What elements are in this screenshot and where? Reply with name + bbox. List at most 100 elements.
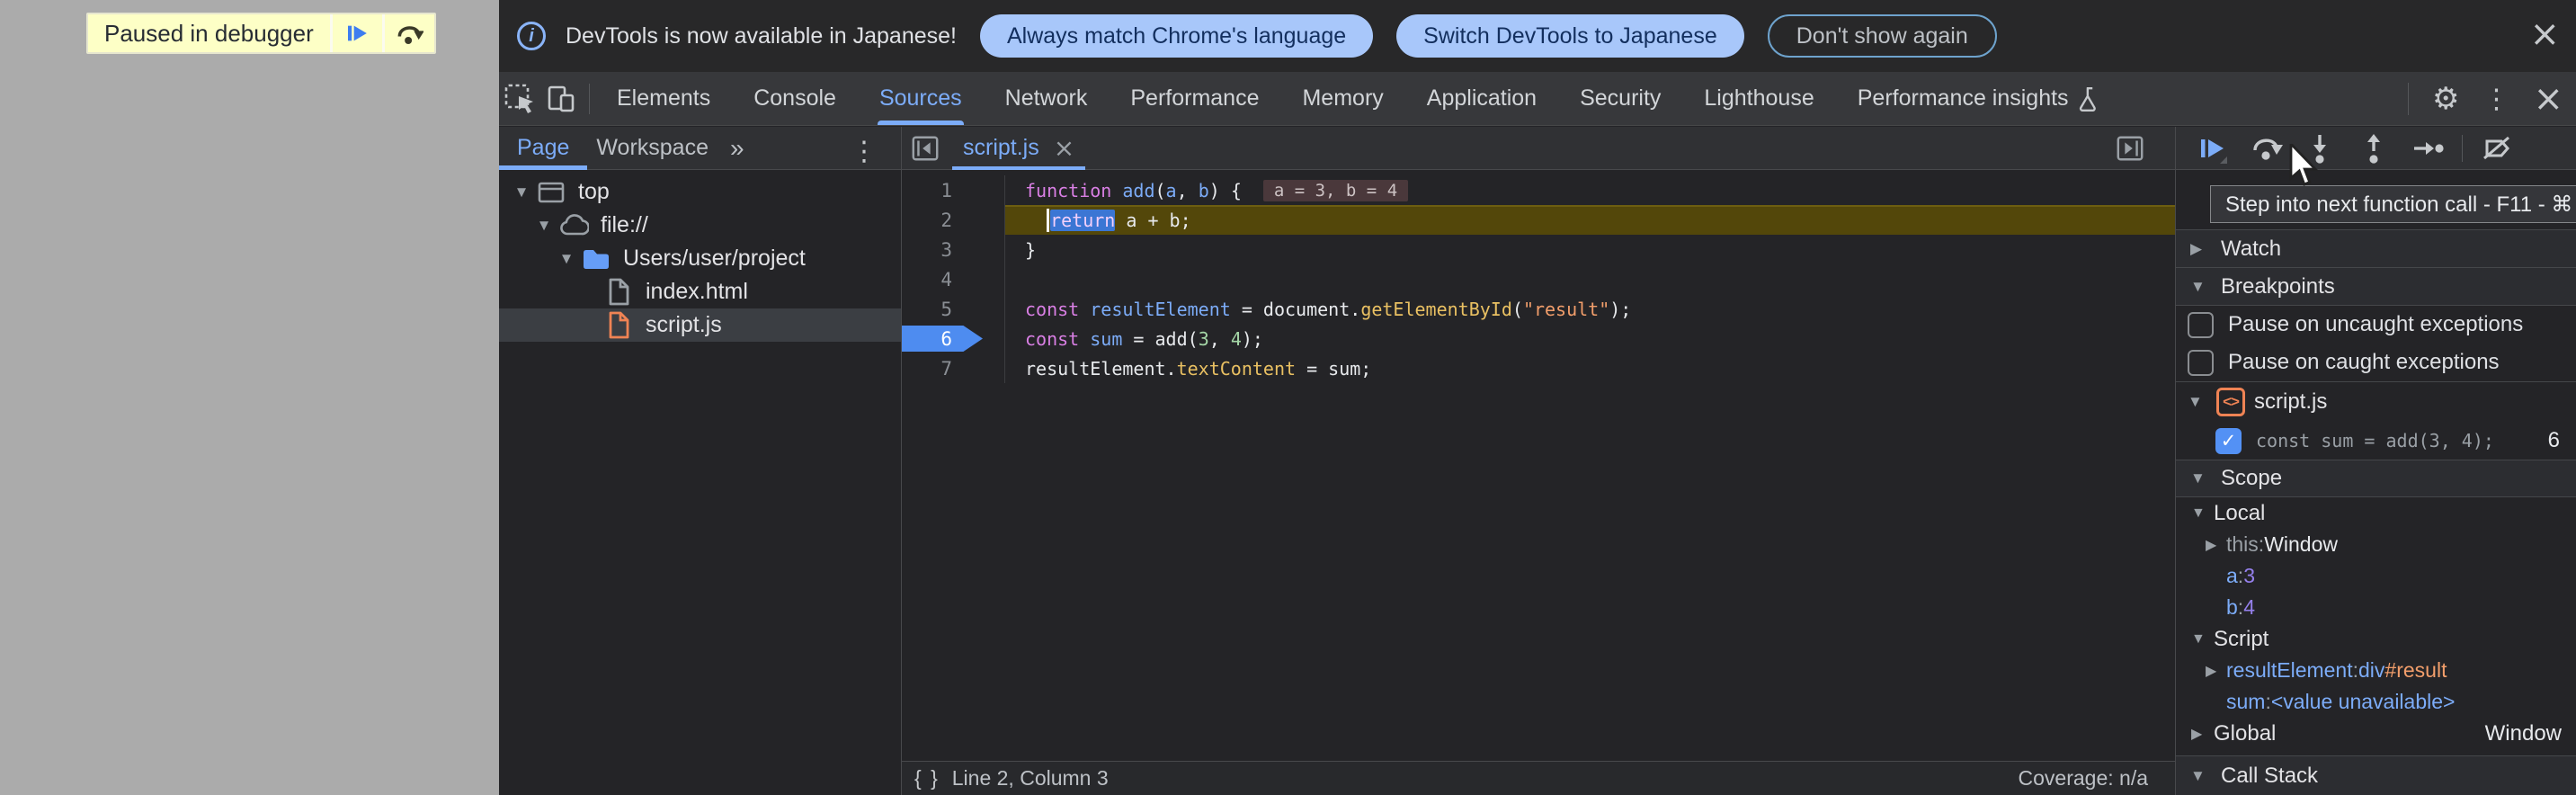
code-line-4[interactable]: 4 <box>902 264 2175 294</box>
section-watch[interactable]: ▶ Watch <box>2176 229 2576 267</box>
tree-item-users-user-project[interactable]: ▼Users/user/project <box>499 242 901 275</box>
tab-lighthouse[interactable]: Lighthouse <box>1697 72 1821 125</box>
tab-elements[interactable]: Elements <box>610 72 718 125</box>
chevron-right-icon[interactable]: ▶ <box>2206 536 2216 554</box>
tab-page[interactable]: Page <box>508 127 578 170</box>
gutter-line-6[interactable]: 6 <box>902 324 1005 353</box>
gutter-line-7[interactable]: 7 <box>902 353 1005 383</box>
step-button[interactable] <box>2404 129 2451 168</box>
collapse-debugger-sidebar-icon[interactable] <box>2107 128 2153 169</box>
close-devtools-icon[interactable]: × <box>2533 81 2563 117</box>
tree-item-label: top <box>578 179 610 205</box>
navigator-kebab-icon[interactable]: ⋮ <box>851 136 878 167</box>
device-toolbar-icon[interactable] <box>540 78 582 120</box>
mouse-cursor <box>2289 144 2325 192</box>
line-number[interactable]: 7 <box>940 358 1004 380</box>
code-line-7[interactable]: 7resultElement.textContent = sum; <box>902 353 2175 383</box>
scope-row-sum[interactable]: sum: <value unavailable> <box>2176 686 2576 718</box>
editor-pane: script.js × 1function add(a, b) {a = 3, … <box>902 127 2176 795</box>
dont-show-again-button[interactable]: Don't show again <box>1768 14 1997 58</box>
scope-row-resultelement[interactable]: ▶resultElement: div#result <box>2176 655 2576 686</box>
section-scope[interactable]: ▼ Scope <box>2176 460 2576 497</box>
gutter-line-1[interactable]: 1 <box>902 175 1005 205</box>
scope-row-global[interactable]: ▶GlobalWindow <box>2176 718 2576 749</box>
browser-page-background: Paused in debugger <box>0 0 499 795</box>
scope-value-part: resultElement <box>2226 658 2353 683</box>
code-line-text: resultElement.textContent = sum; <box>1005 353 2175 383</box>
pause-caught-exceptions-row[interactable]: Pause on caught exceptions <box>2176 344 2576 381</box>
editor-tab-close-icon[interactable]: × <box>1054 133 1074 163</box>
scope-row-this[interactable]: ▶this: Window <box>2176 529 2576 560</box>
line-number[interactable]: 4 <box>940 269 1004 290</box>
pretty-print-icon[interactable]: { } <box>914 766 940 791</box>
pause-uncaught-checkbox[interactable] <box>2188 312 2214 338</box>
gutter-line-4[interactable]: 4 <box>902 264 1005 294</box>
line-number[interactable]: 1 <box>940 180 1004 201</box>
always-match-language-button[interactable]: Always match Chrome's language <box>980 14 1373 58</box>
tab-workspace[interactable]: Workspace <box>587 127 718 170</box>
tab-performance[interactable]: Performance <box>1123 72 1266 125</box>
step-over-next-call-button[interactable] <box>2242 129 2289 168</box>
chevron-down-icon[interactable]: ▼ <box>555 250 578 268</box>
execution-line-marker: 6 <box>902 326 983 352</box>
tree-item-top[interactable]: ▼ top <box>499 175 901 209</box>
pause-caught-checkbox[interactable] <box>2188 350 2214 376</box>
line-number[interactable]: 5 <box>940 299 1004 320</box>
code-line-3[interactable]: 3} <box>902 235 2175 264</box>
chevron-down-icon[interactable]: ▼ <box>2191 631 2206 648</box>
breakpoint-group-label: script.js <box>2254 389 2327 415</box>
chevron-down-icon[interactable]: ▼ <box>532 217 556 235</box>
inspect-element-icon[interactable] <box>499 78 540 120</box>
gutter-line-2[interactable]: 2 <box>902 205 1005 235</box>
tab-sources[interactable]: Sources <box>872 72 969 125</box>
gutter-line-3[interactable]: 3 <box>902 235 1005 264</box>
tree-item-script-js[interactable]: script.js <box>499 308 901 342</box>
line-number[interactable]: 3 <box>940 239 1004 261</box>
tree-item-file-[interactable]: ▼file:// <box>499 209 901 242</box>
more-tabs-icon[interactable]: » <box>730 134 744 163</box>
tab-security[interactable]: Security <box>1573 72 1668 125</box>
scope-row-a[interactable]: a: 3 <box>2176 560 2576 592</box>
tree-item-index-html[interactable]: index.html <box>499 275 901 308</box>
section-call-stack[interactable]: ▼ Call Stack <box>2176 755 2576 795</box>
line-number[interactable]: 2 <box>940 210 1004 231</box>
code-editor[interactable]: 1function add(a, b) {a = 3, b = 42 retur… <box>902 171 2175 761</box>
breakpoint-entry[interactable]: ✓ const sum = add(3, 4); 6 <box>2176 422 2576 460</box>
coverage-label: Coverage: n/a <box>2019 766 2148 791</box>
code-line-6[interactable]: 6const sum = add(3, 4); <box>902 324 2175 353</box>
chevron-down-icon[interactable]: ▼ <box>510 183 533 201</box>
breakpoint-checkbox[interactable]: ✓ <box>2215 428 2242 454</box>
step-out-button[interactable] <box>2350 129 2397 168</box>
infobar-close-icon[interactable]: × <box>2529 16 2560 52</box>
breakpoint-file-group[interactable]: ▼ <> script.js <box>2176 382 2576 422</box>
more-options-kebab-icon[interactable]: ⋮ <box>2482 84 2509 115</box>
resume-script-execution-button[interactable] <box>2188 129 2235 168</box>
resume-script-button[interactable] <box>330 14 382 52</box>
settings-gear-icon[interactable]: ⚙ <box>2432 81 2459 117</box>
scope-row-b[interactable]: b: 4 <box>2176 592 2576 623</box>
chevron-right-icon[interactable]: ▶ <box>2206 662 2216 680</box>
tab-performance-insights[interactable]: Performance insights <box>1850 72 2108 125</box>
editor-tab-script-js[interactable]: script.js × <box>949 127 1089 170</box>
file-icon-gray <box>601 278 637 307</box>
tab-application[interactable]: Application <box>1420 72 1544 125</box>
step-over-button[interactable] <box>382 14 434 52</box>
chevron-right-icon[interactable]: ▶ <box>2191 725 2202 743</box>
collapse-navigator-icon[interactable] <box>902 128 949 169</box>
deactivate-breakpoints-button[interactable] <box>2473 129 2520 168</box>
code-line-5[interactable]: 5const resultElement = document.getEleme… <box>902 294 2175 324</box>
chevron-down-icon[interactable]: ▼ <box>2191 505 2206 522</box>
gutter-line-5[interactable]: 5 <box>902 294 1005 324</box>
switch-devtools-japanese-button[interactable]: Switch DevTools to Japanese <box>1396 14 1744 58</box>
scope-row-local[interactable]: ▼Local <box>2176 497 2576 529</box>
screenshot-root: Paused in debugger i DevTools is now ava… <box>0 0 2576 795</box>
text-caret <box>1047 209 1049 232</box>
code-line-1[interactable]: 1function add(a, b) {a = 3, b = 4 <box>902 175 2175 205</box>
scope-row-script[interactable]: ▼Script <box>2176 623 2576 655</box>
section-breakpoints[interactable]: ▼ Breakpoints <box>2176 267 2576 305</box>
tab-console[interactable]: Console <box>746 72 843 125</box>
pause-uncaught-exceptions-row[interactable]: Pause on uncaught exceptions <box>2176 306 2576 344</box>
tab-memory[interactable]: Memory <box>1295 72 1390 125</box>
code-line-2[interactable]: 2 return a + b; <box>902 205 2175 235</box>
tab-network[interactable]: Network <box>998 72 1095 125</box>
